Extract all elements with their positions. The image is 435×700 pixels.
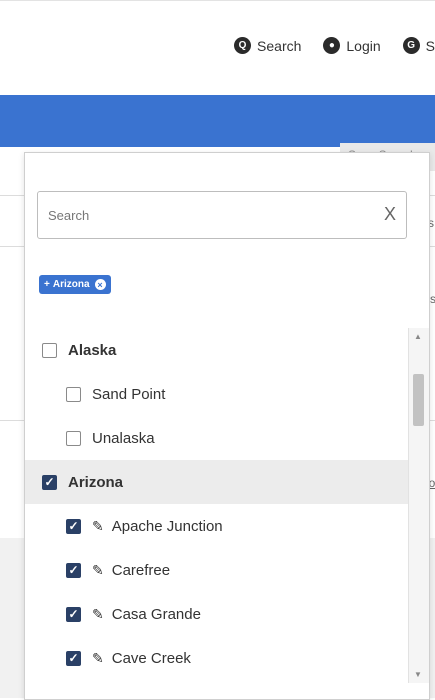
close-icon[interactable]: X [384,204,396,225]
checkbox[interactable]: ✓ [66,650,81,666]
list-item-unalaska[interactable]: Unalaska [25,416,408,460]
g-icon: G [402,37,420,54]
list-item-carefree[interactable]: ✓ ✎ Carefree [25,548,408,592]
item-label: Sand Point [92,385,166,403]
top-nav: Q Search ● Login G S [234,37,435,54]
item-label: Cave Creek [111,649,191,667]
search-input[interactable] [38,192,378,238]
checkbox[interactable]: ✓ [66,518,81,534]
checkbox[interactable]: ✓ [66,562,81,578]
nav-search-link[interactable]: Q Search [234,37,301,54]
nav-third-label: S [425,37,435,54]
top-header: Q Search ● Login G S [0,0,435,96]
item-label: Unalaska [92,429,155,447]
item-label: Casa Grande [111,605,201,623]
nav-login-link[interactable]: ● Login [323,37,381,54]
checkbox[interactable] [66,386,81,402]
pencil-icon[interactable]: ✎ [92,606,104,623]
nav-third-link[interactable]: G S [402,37,435,54]
item-label: Apache Junction [111,517,223,535]
nav-search-label: Search [257,37,302,54]
list-item-arizona[interactable]: ✓ Arizona [25,460,408,504]
scroll-up-arrow-icon[interactable]: ▲ [414,332,422,341]
plus-icon: + [44,279,50,290]
remove-chip-icon[interactable]: × [94,279,106,290]
nav-login-label: Login [346,37,381,54]
pencil-icon[interactable]: ✎ [92,650,104,667]
item-label: Alaska [68,341,117,359]
checkbox[interactable] [42,342,57,358]
scroll-down-arrow-icon[interactable]: ▼ [414,670,422,679]
pencil-icon[interactable]: ✎ [92,562,104,579]
list-item-sand-point[interactable]: Sand Point [25,372,408,416]
selected-chip-arizona[interactable]: + Arizona × [39,275,111,294]
location-dropdown: X + Arizona × Alaska Sand Point Unalaska… [24,152,430,700]
scrollbar-thumb[interactable] [413,374,424,426]
list-item-casa-grande[interactable]: ✓ ✎ Casa Grande [25,592,408,636]
list-item-apache-junction[interactable]: ✓ ✎ Apache Junction [25,504,408,548]
item-label: Arizona [68,473,124,491]
pencil-icon[interactable]: ✎ [92,518,104,535]
list-item-alaska[interactable]: Alaska [25,328,408,372]
chip-label: Arizona [52,279,90,290]
user-icon: ● [323,37,341,54]
blue-banner [0,95,435,147]
list-item-cave-creek[interactable]: ✓ ✎ Cave Creek [25,636,408,680]
search-icon: Q [234,37,252,54]
checkbox[interactable] [66,430,81,446]
location-list: Alaska Sand Point Unalaska ✓ Arizona ✓ ✎… [25,328,408,699]
checkbox[interactable]: ✓ [66,606,81,622]
item-label: Carefree [111,561,171,579]
checkbox[interactable]: ✓ [42,474,57,490]
search-box: X [37,191,407,239]
scrollbar[interactable]: ▲ ▼ [408,328,429,683]
